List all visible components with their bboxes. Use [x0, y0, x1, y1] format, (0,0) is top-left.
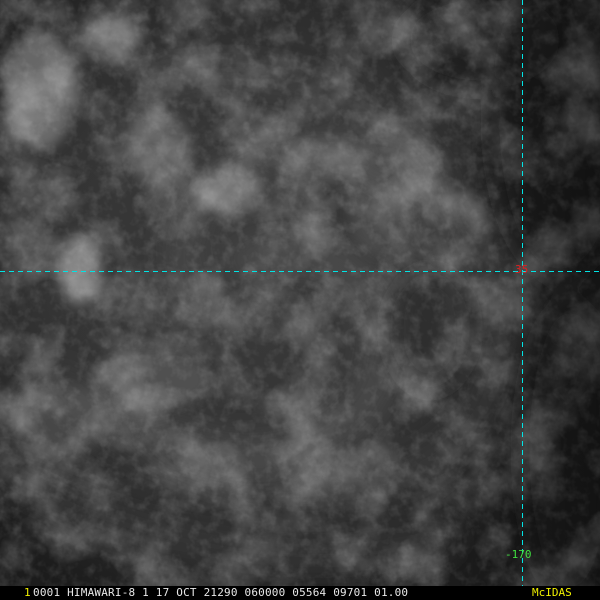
latitude-label: 35 [515, 263, 529, 276]
satellite-cloud-image [0, 0, 600, 586]
status-bar: 1 0001 HIMAWARI-8 1 17 OCT 21290 060000 … [0, 586, 600, 600]
mcidas-brand: McIDAS [532, 586, 572, 599]
frame-number: 1 [24, 586, 31, 599]
image-header: 0001 HIMAWARI-8 1 17 OCT 21290 060000 05… [33, 586, 409, 599]
longitude-label: -170 [505, 548, 532, 561]
satellite-image-viewer: 35 -170 1 0001 HIMAWARI-8 1 17 OCT 21290… [0, 0, 600, 600]
